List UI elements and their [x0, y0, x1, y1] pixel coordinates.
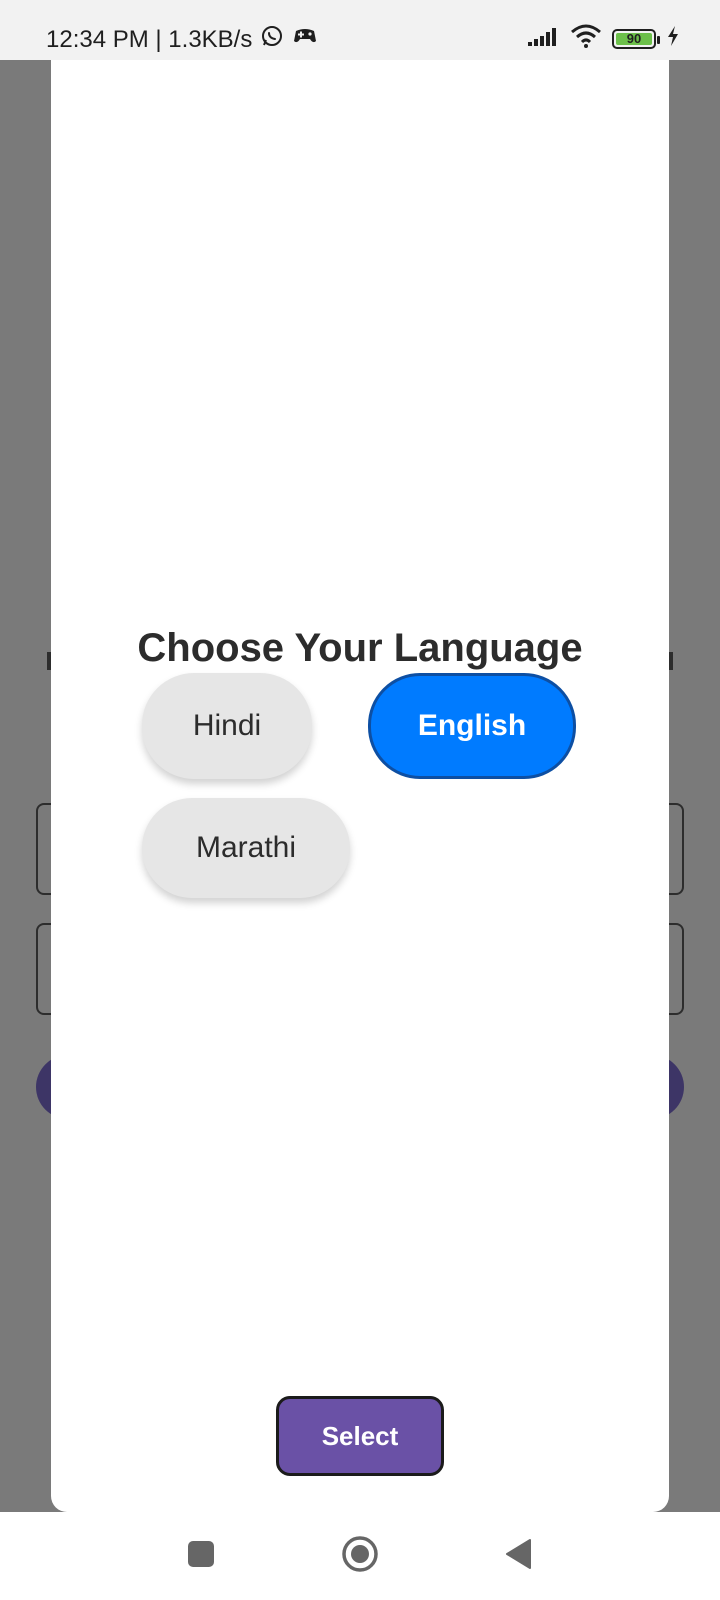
charging-icon [666, 25, 680, 52]
language-dialog: Choose Your Language Hindi English Marat… [51, 60, 669, 1512]
language-option-hindi[interactable]: Hindi [142, 673, 312, 779]
status-right: 90 [528, 24, 680, 53]
back-button[interactable] [474, 1512, 562, 1600]
language-option-english[interactable]: English [368, 673, 576, 779]
recents-square-icon [187, 1540, 215, 1573]
language-option-label: English [417, 709, 527, 742]
recents-button[interactable] [157, 1512, 245, 1600]
language-option-label: Marathi [195, 831, 297, 864]
home-button[interactable] [316, 1512, 404, 1600]
select-button[interactable]: Select [276, 1396, 444, 1476]
battery-icon: 90 [612, 28, 660, 49]
whatsapp-icon [260, 24, 284, 55]
navigation-bar [0, 1512, 720, 1600]
status-time-speed: 12:34 PM | 1.3KB/s [46, 25, 253, 53]
game-controller-icon [292, 25, 318, 54]
language-option-marathi[interactable]: Marathi [142, 798, 350, 898]
home-circle-icon [341, 1535, 379, 1578]
background-mark [669, 652, 673, 670]
language-option-label: Hindi [192, 709, 262, 742]
status-left: 12:34 PM | 1.3KB/s [46, 24, 318, 55]
battery-level: 90 [626, 31, 642, 46]
wifi-icon [570, 24, 602, 53]
back-triangle-icon [504, 1538, 532, 1575]
dialog-title: Choose Your Language [137, 626, 583, 670]
signal-icon [528, 26, 560, 51]
status-bar: 12:34 PM | 1.3KB/s 90 [0, 0, 720, 60]
